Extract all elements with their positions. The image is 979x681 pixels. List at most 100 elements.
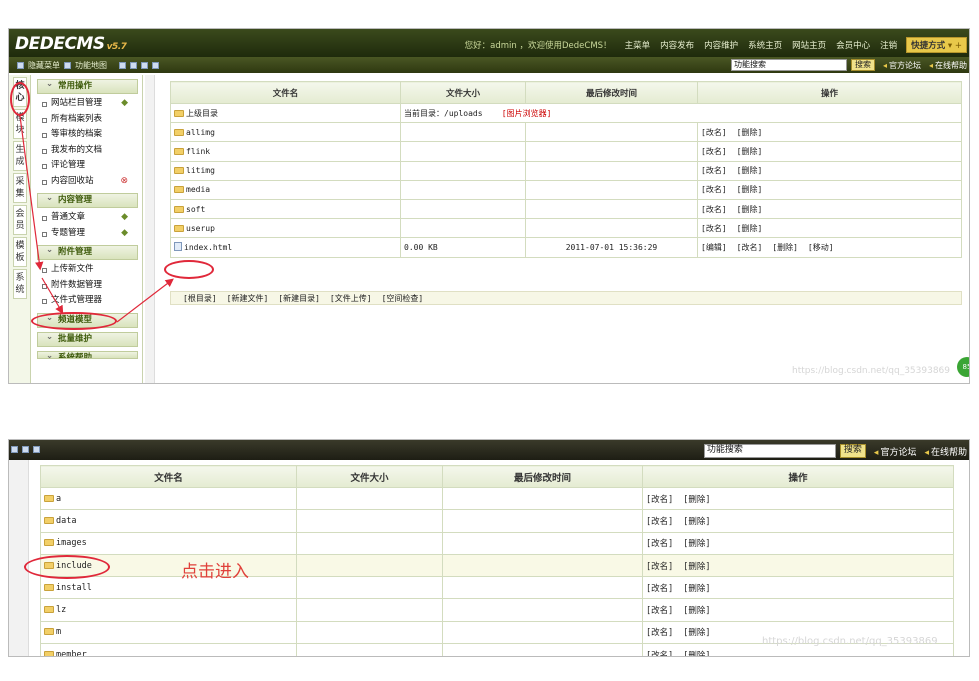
nav-system-home[interactable]: 系统主页 [748,39,782,51]
clear-icon[interactable]: ⊗ [120,174,128,189]
nav-member-center[interactable]: 会员中心 [836,39,870,51]
menu-item-attachment-data[interactable]: 附件数据管理 [33,278,142,294]
quick-menu-button[interactable]: 快捷方式 ▾ + [906,37,967,53]
search-input[interactable]: 功能搜索 [703,444,836,458]
menu-item-pending[interactable]: 等审核的档案 [33,127,142,143]
rename-link[interactable]: [改名] [646,515,673,527]
search-button[interactable]: 搜索 [839,444,866,458]
tab-generate[interactable]: 生成 [13,141,27,171]
tab-collect[interactable]: 采集 [13,173,27,203]
delete-link[interactable]: [删除] [683,537,710,549]
add-icon[interactable]: ◆ [121,226,128,241]
delete-link[interactable]: [删除] [683,582,710,594]
nav-logout[interactable]: 注销 [880,39,897,51]
rename-link[interactable]: [改名] [701,204,727,215]
root-dir-link[interactable]: [根目录] [183,293,217,304]
rename-link[interactable]: [改名] [646,649,673,656]
nav-main-menu[interactable]: 主菜单 [625,39,651,51]
rename-link[interactable]: [改名] [646,493,673,505]
layout-icon[interactable] [11,446,18,453]
menu-item-articles[interactable]: 普通文章 ◆ [33,210,142,226]
rename-link[interactable]: [改名] [701,165,727,176]
menu-item-my-docs[interactable]: 我发布的文档 [33,143,142,159]
menu-item-all-archives[interactable]: 所有档案列表 [33,112,142,128]
nav-site-home[interactable]: 网站主页 [792,39,826,51]
layout-icon[interactable] [119,62,126,69]
edit-link[interactable]: [编辑] [701,242,727,253]
menu-item-comments[interactable]: 评论管理 [33,158,142,174]
rename-link[interactable]: [改名] [701,127,727,138]
menu-group-attachments[interactable]: 附件管理 [37,244,138,260]
tab-template[interactable]: 模板 [13,237,27,267]
delete-link[interactable]: [删除] [683,626,710,638]
scrollbar[interactable] [9,460,29,656]
rename-link[interactable]: [改名] [701,184,727,195]
add-icon[interactable]: ◆ [121,96,128,111]
rename-link[interactable]: [改名] [646,537,673,549]
delete-link[interactable]: [删除] [683,604,710,616]
add-icon[interactable]: ◆ [121,210,128,225]
delete-link[interactable]: [删除] [737,127,763,138]
menu-group-help[interactable]: 系统帮助 [37,350,138,359]
hide-menu-link[interactable]: 隐藏菜单 [28,60,60,71]
rename-link[interactable]: [改名] [646,560,673,572]
help-link[interactable]: ◂ 在线帮助 [929,60,967,71]
function-map-link[interactable]: 功能地图 [75,60,107,71]
menu-item-channel-manage[interactable]: 网站栏目管理 ◆ [33,96,142,112]
folder-link[interactable]: lz [40,598,297,622]
folder-link[interactable]: soft [170,198,401,220]
rename-link[interactable]: [改名] [646,626,673,638]
forum-link[interactable]: ◂ 官方论坛 [874,445,917,458]
folder-link[interactable]: litimg [170,160,401,181]
folder-link[interactable]: a [40,486,297,511]
folder-link[interactable]: images [40,531,297,555]
menu-group-common[interactable]: 常用操作 [37,78,138,94]
delete-link[interactable]: [删除] [737,204,763,215]
folder-link[interactable]: m [40,620,297,645]
new-file-link[interactable]: [新建文件] [227,293,269,304]
delete-link[interactable]: [删除] [683,515,710,527]
layout-icon[interactable] [22,446,29,453]
delete-link[interactable]: [删除] [683,493,710,505]
scrollbar[interactable] [145,75,155,383]
folder-link[interactable]: media [170,179,401,200]
image-browser-link[interactable]: [图片浏览器] [502,109,552,118]
tab-member[interactable]: 会员 [13,205,27,235]
rename-link[interactable]: [改名] [701,223,727,234]
rename-link[interactable]: [改名] [646,604,673,616]
search-input[interactable]: 功能搜索 [730,59,847,71]
rename-link[interactable]: [改名] [646,582,673,594]
menu-group-content[interactable]: 内容管理 [37,192,138,208]
parent-dir-link[interactable]: 上级目录 [170,102,401,124]
file-link[interactable]: index.html [170,237,401,258]
layout-icon[interactable] [141,62,148,69]
layout-icon[interactable] [152,62,159,69]
tab-system[interactable]: 系统 [13,269,27,299]
upload-link[interactable]: [文件上传] [330,293,372,304]
move-link[interactable]: [移动] [808,242,834,253]
menu-item-topics[interactable]: 专题管理 ◆ [33,226,142,242]
layout-icon[interactable] [130,62,137,69]
menu-item-recycle[interactable]: 内容回收站 ⊗ [33,174,142,190]
folder-link[interactable]: userup [170,218,401,239]
new-dir-link[interactable]: [新建目录] [278,293,320,304]
layout-icon[interactable] [33,446,40,453]
folder-link[interactable]: install [40,576,297,600]
delete-link[interactable]: [删除] [737,184,763,195]
delete-link[interactable]: [删除] [737,165,763,176]
delete-link[interactable]: [删除] [737,146,763,157]
rename-link[interactable]: [改名] [737,242,763,253]
folder-link[interactable]: allimg [170,122,401,143]
delete-link[interactable]: [删除] [683,560,710,572]
menu-item-upload[interactable]: 上传新文件 [33,262,142,278]
delete-link[interactable]: [删除] [737,223,763,234]
help-link[interactable]: ◂ 在线帮助 [924,445,967,458]
delete-link[interactable]: [删除] [772,242,798,253]
folder-link[interactable]: data [40,509,297,533]
forum-link[interactable]: ◂ 官方论坛 [883,60,921,71]
delete-link[interactable]: [删除] [683,649,710,656]
nav-publish[interactable]: 内容发布 [660,39,694,51]
space-check-link[interactable]: [空间检查] [382,293,424,304]
menu-item-file-manager[interactable]: 文件式管理器 [33,293,142,309]
menu-group-batch[interactable]: 批量维护 [37,331,138,347]
